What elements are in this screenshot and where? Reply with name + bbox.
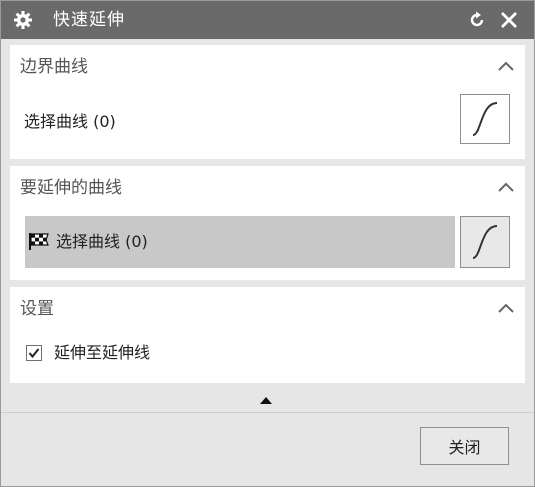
divider [1, 412, 534, 413]
triangle-up-icon[interactable] [258, 395, 274, 405]
select-curve-button[interactable] [460, 216, 510, 268]
curve-icon [472, 102, 498, 136]
close-icon[interactable] [499, 10, 519, 30]
extend-to-extension-checkbox[interactable] [26, 345, 42, 361]
curve-to-extend-header[interactable]: 要延伸的曲线 [10, 166, 525, 210]
curve-icon [472, 225, 498, 259]
section-title: 设置 [20, 299, 54, 319]
section-title: 要延伸的曲线 [20, 178, 122, 198]
title-bar[interactable]: 快速延伸 [1, 1, 534, 39]
chevron-up-icon[interactable] [497, 301, 515, 315]
select-curve-button[interactable] [460, 94, 510, 144]
select-curve-label: 选择曲线 (0) [24, 112, 116, 131]
select-curve-row[interactable]: 选择曲线 (0) [25, 216, 455, 268]
chevron-up-icon[interactable] [497, 180, 515, 194]
reset-icon[interactable] [467, 10, 487, 30]
extend-to-extension-label: 延伸至延伸线 [54, 343, 151, 362]
dialog-title: 快速延伸 [53, 10, 125, 30]
checkered-flag-icon [29, 233, 49, 250]
quick-extend-dialog: 快速延伸 边界曲线 选择曲线 (0) 要延伸的曲线 选择曲线 (0) 设置 延伸… [0, 0, 535, 487]
settings-section: 设置 延伸至延伸线 [10, 287, 525, 383]
checkmark-icon [28, 348, 40, 359]
boundary-curve-section: 边界曲线 选择曲线 (0) [10, 45, 525, 159]
gear-icon [14, 11, 32, 29]
section-title: 边界曲线 [20, 57, 88, 77]
select-curve-label: 选择曲线 (0) [56, 232, 148, 251]
curve-to-extend-section: 要延伸的曲线 选择曲线 (0) [10, 166, 525, 280]
chevron-up-icon[interactable] [497, 59, 515, 73]
close-button[interactable]: 关闭 [420, 427, 509, 465]
boundary-curve-header[interactable]: 边界曲线 [10, 45, 525, 89]
settings-header[interactable]: 设置 [10, 287, 525, 331]
